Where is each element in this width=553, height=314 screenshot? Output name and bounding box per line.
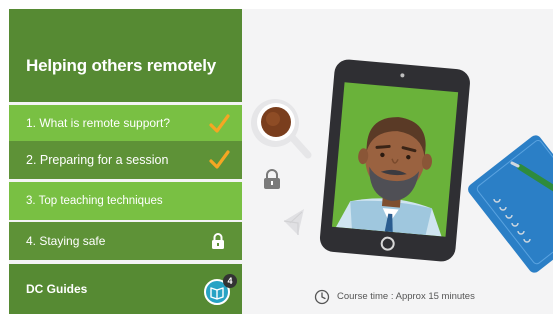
menu-item-label: 3. Top teaching techniques: [26, 195, 163, 207]
course-title: Helping others remotely: [26, 56, 216, 75]
course-frame: Helping others remotely 1. What is remot…: [9, 9, 553, 314]
menu-item-label: 2. Preparing for a session: [26, 153, 169, 167]
lock-icon: [212, 233, 224, 249]
menu-item-staying-safe[interactable]: 4. Staying safe: [9, 222, 242, 260]
tablet-device: [319, 59, 470, 262]
book-icon: [210, 287, 224, 300]
tablet-illustration: [251, 59, 553, 273]
menu-item-teaching-techniques[interactable]: 3. Top teaching techniques: [9, 182, 242, 220]
menu-item-label: 4. Staying safe: [26, 234, 106, 248]
course-time-text: Course time : Approx 15 minutes: [337, 291, 475, 302]
menu-item-preparing-session[interactable]: 2. Preparing for a session: [9, 141, 242, 179]
menu-item-remote-support[interactable]: 1. What is remote support?: [9, 105, 242, 141]
course-title-panel: Helping others remotely: [9, 9, 242, 102]
checkmark-icon: [209, 150, 230, 169]
course-sidebar: Helping others remotely 1. What is remot…: [9, 9, 242, 314]
menu-item-label: 1. What is remote support?: [26, 116, 171, 130]
lock-icon: [264, 169, 280, 189]
notebook-icon: [468, 135, 553, 273]
clock-icon: [314, 289, 330, 305]
checkmark-icon: [209, 114, 230, 133]
notification-badge: 4: [223, 274, 237, 288]
coffee-cup-icon: [251, 99, 312, 159]
brand-label: DC Guides: [26, 282, 88, 296]
paper-plane-icon: [283, 209, 304, 235]
course-footer: DC Guides 4: [9, 264, 242, 314]
